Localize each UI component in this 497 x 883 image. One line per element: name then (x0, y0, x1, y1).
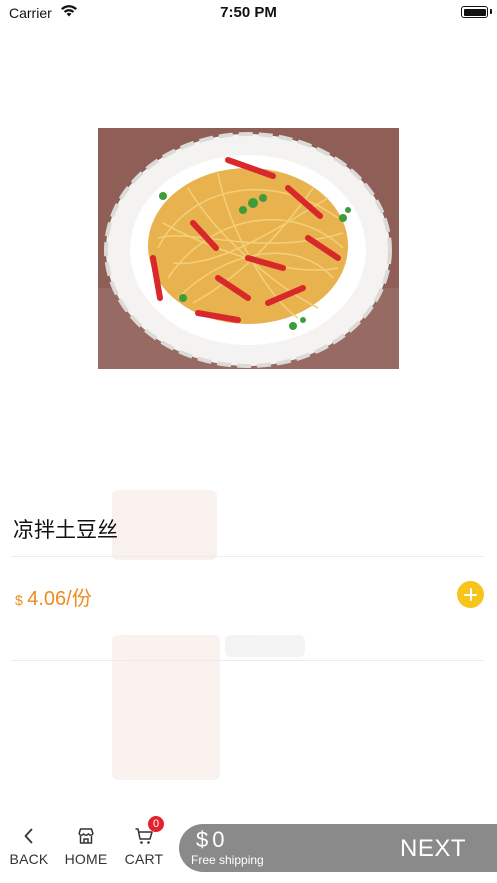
total-amount: 0 (212, 827, 225, 852)
product-image (98, 128, 399, 369)
back-button[interactable]: BACK (1, 826, 57, 874)
total-currency: $ (196, 827, 209, 852)
status-bar: Carrier 7:50 PM (0, 0, 497, 26)
add-to-cart-button[interactable] (457, 581, 484, 608)
cart-label: CART (124, 851, 164, 867)
home-button[interactable]: HOME (58, 826, 114, 874)
cart-button[interactable]: CART (116, 826, 172, 874)
divider (11, 556, 484, 557)
price-amount: 4.06/份 (27, 588, 92, 610)
battery-tip (490, 9, 492, 14)
status-time: 7:50 PM (220, 4, 277, 21)
checkout-bar[interactable]: $0 Free shipping NEXT (179, 824, 497, 872)
next-button[interactable]: NEXT (400, 835, 466, 863)
cart-total: $0 (196, 827, 225, 853)
home-label: HOME (64, 851, 108, 867)
price-currency: $ (15, 592, 23, 608)
cart-count-badge: 0 (148, 816, 164, 832)
shipping-note: Free shipping (191, 853, 264, 867)
store-icon (78, 828, 94, 844)
chevron-left-icon (24, 828, 33, 844)
divider (11, 660, 484, 661)
product-name: 凉拌土豆丝 (13, 519, 118, 542)
back-label: BACK (9, 851, 49, 867)
product-price: $ 4.06/份 (15, 582, 92, 611)
battery-icon (461, 6, 488, 18)
